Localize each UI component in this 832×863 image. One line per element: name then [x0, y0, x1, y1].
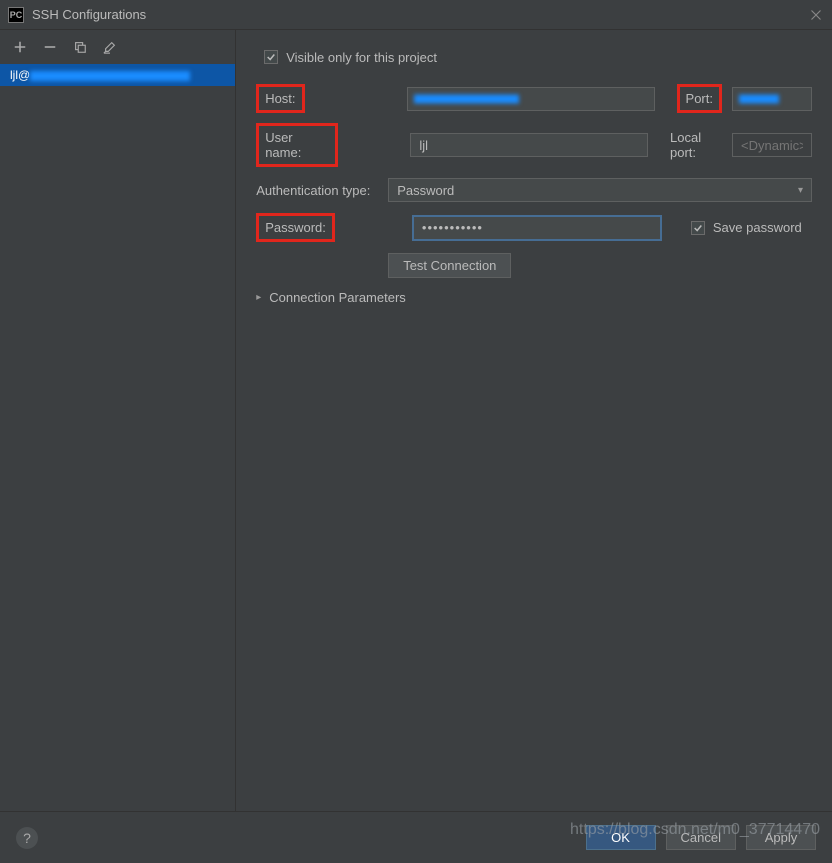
- save-password-wrap[interactable]: Save password: [691, 220, 802, 235]
- sidebar-item-config[interactable]: ljl@: [0, 64, 235, 86]
- auth-label: Authentication type:: [256, 183, 388, 198]
- sidebar-item-redacted: [30, 71, 190, 81]
- save-password-label: Save password: [713, 220, 802, 235]
- window-title: SSH Configurations: [32, 7, 808, 22]
- sidebar-item-prefix: ljl@: [10, 68, 30, 82]
- user-row: User name: Local port:: [256, 123, 812, 167]
- auth-select-value: Password: [397, 183, 454, 198]
- port-input[interactable]: [732, 87, 812, 111]
- password-label: Password:: [256, 213, 335, 242]
- auth-row: Authentication type: Password ▾: [256, 177, 812, 203]
- visible-only-checkbox-wrap[interactable]: Visible only for this project: [264, 50, 437, 65]
- save-password-checkbox[interactable]: [691, 221, 705, 235]
- host-row: Host: Port:: [256, 84, 812, 113]
- sidebar-toolbar: [0, 30, 235, 64]
- edit-icon[interactable]: [102, 39, 118, 55]
- main-panel: Visible only for this project Host: Port…: [236, 30, 832, 811]
- sidebar-list: ljl@: [0, 64, 235, 811]
- footer: ? OK Cancel Apply: [0, 811, 832, 863]
- ok-button[interactable]: OK: [586, 825, 656, 850]
- app-icon: PC: [8, 7, 24, 23]
- apply-button[interactable]: Apply: [746, 825, 816, 850]
- visible-only-label: Visible only for this project: [286, 50, 437, 65]
- titlebar: PC SSH Configurations: [0, 0, 832, 30]
- localport-label: Local port:: [670, 130, 724, 160]
- visible-only-checkbox[interactable]: [264, 50, 278, 64]
- help-icon[interactable]: ?: [16, 827, 38, 849]
- connection-params-expando[interactable]: ▸ Connection Parameters: [256, 290, 812, 305]
- username-input[interactable]: [410, 133, 648, 157]
- copy-icon[interactable]: [72, 39, 88, 55]
- content: ljl@ Visible only for this project Host:…: [0, 30, 832, 811]
- host-input[interactable]: [407, 87, 655, 111]
- password-input[interactable]: [413, 216, 661, 240]
- connection-params-label: Connection Parameters: [269, 290, 406, 305]
- test-row: Test Connection: [256, 252, 812, 278]
- sidebar: ljl@: [0, 30, 236, 811]
- chevron-down-icon: ▾: [798, 185, 803, 196]
- username-label: User name:: [256, 123, 338, 167]
- visible-only-row: Visible only for this project: [256, 44, 812, 70]
- remove-icon[interactable]: [42, 39, 58, 55]
- chevron-right-icon: ▸: [256, 292, 261, 303]
- password-row: Password: Save password: [256, 213, 812, 242]
- localport-input[interactable]: [732, 133, 812, 157]
- auth-select[interactable]: Password ▾: [388, 178, 812, 202]
- cancel-button[interactable]: Cancel: [666, 825, 736, 850]
- close-icon[interactable]: [808, 7, 824, 23]
- port-label: Port:: [677, 84, 722, 113]
- host-label: Host:: [256, 84, 304, 113]
- test-connection-button[interactable]: Test Connection: [388, 253, 511, 278]
- add-icon[interactable]: [12, 39, 28, 55]
